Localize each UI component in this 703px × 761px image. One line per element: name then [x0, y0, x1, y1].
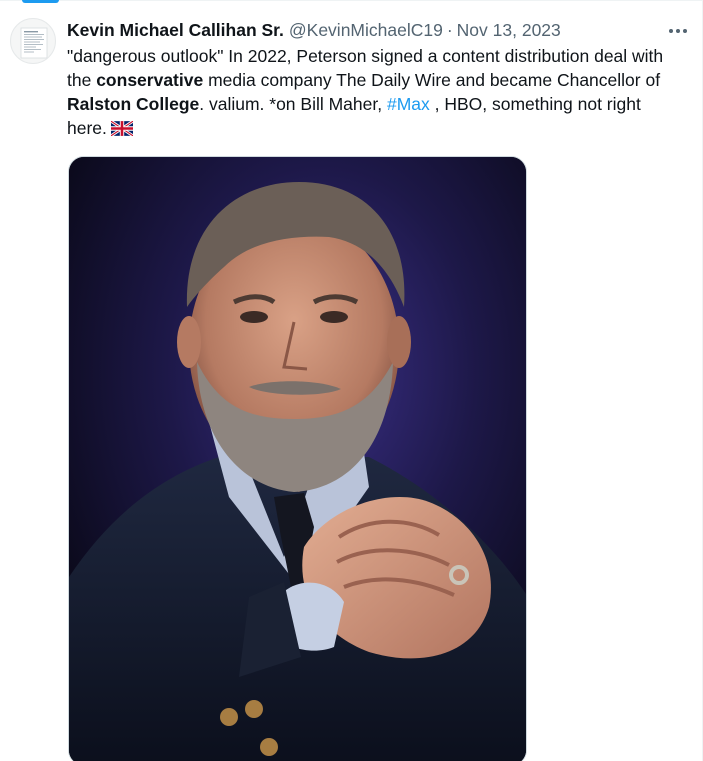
photo-illustration	[69, 157, 526, 761]
more-options-button[interactable]	[666, 18, 690, 42]
tweet-text-bold: conservative	[96, 70, 204, 90]
hashtag-link[interactable]: #Max	[387, 94, 430, 114]
tweet-photo[interactable]	[68, 156, 527, 761]
avatar[interactable]	[10, 18, 56, 64]
more-horizontal-icon	[668, 21, 688, 39]
tweet-text-part: media company The Daily Wire and became …	[203, 70, 661, 90]
tweet-text: "dangerous outlook" In 2022, Peterson si…	[67, 44, 677, 142]
tweet-header: Kevin Michael Callihan Sr. @KevinMichael…	[67, 16, 672, 44]
timestamp[interactable]: Nov 13, 2023	[457, 20, 561, 41]
tweet-card[interactable]: Kevin Michael Callihan Sr. @KevinMichael…	[0, 0, 703, 761]
tweet-content: Kevin Michael Callihan Sr. @KevinMichael…	[67, 16, 672, 142]
top-divider	[0, 0, 702, 1]
tweet-text-part: . valium. *on Bill Maher,	[199, 94, 387, 114]
author-handle[interactable]: @KevinMichaelC19	[289, 20, 443, 41]
header-separator: ·	[446, 19, 453, 40]
author-name[interactable]: Kevin Michael Callihan Sr.	[67, 20, 284, 41]
uk-flag-icon	[110, 118, 134, 142]
tweet-text-bold: Ralston College	[67, 94, 200, 114]
tab-indicator	[22, 0, 59, 3]
